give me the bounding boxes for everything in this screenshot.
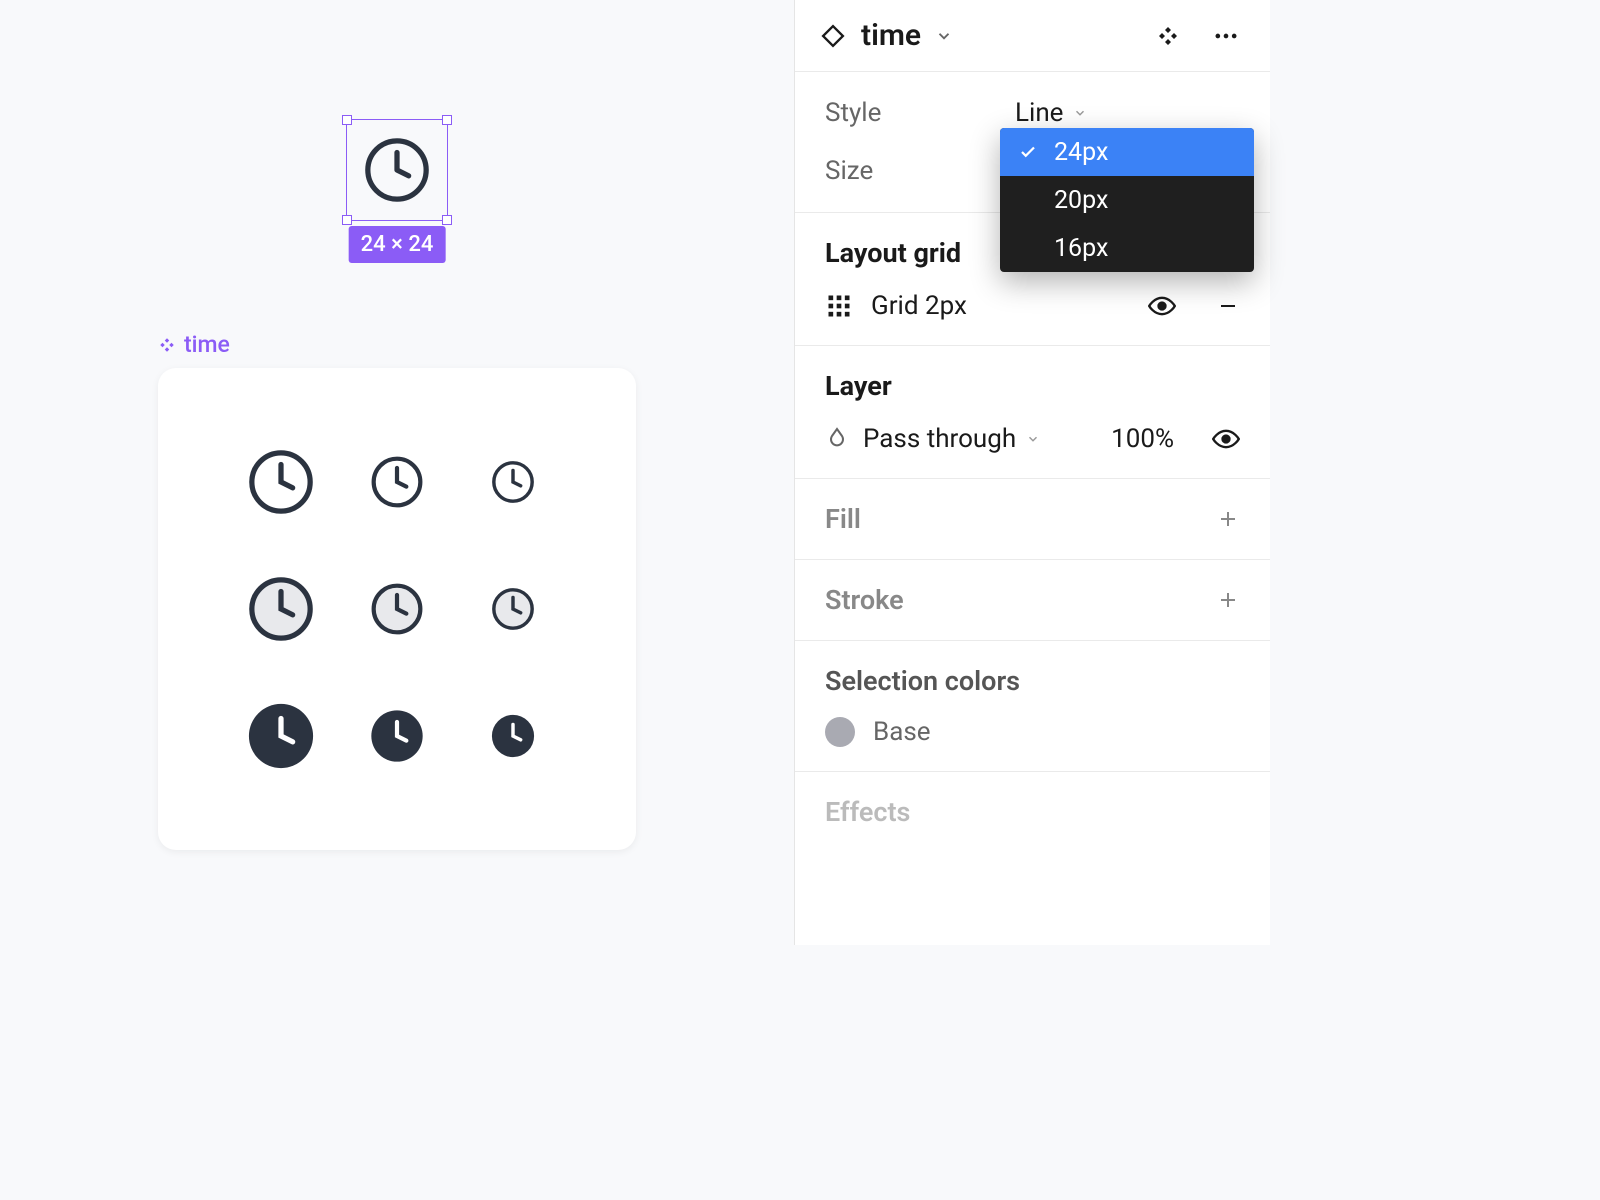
selection-color-row[interactable]: Base bbox=[825, 697, 1240, 747]
size-option-16[interactable]: 16px bbox=[1000, 224, 1254, 272]
chevron-down-icon[interactable] bbox=[935, 27, 953, 45]
clock-icon[interactable] bbox=[369, 581, 425, 637]
opacity-value[interactable]: 100% bbox=[1111, 424, 1174, 454]
resize-handle-br[interactable] bbox=[442, 215, 452, 225]
color-name: Base bbox=[873, 717, 931, 747]
variant-set-name: time bbox=[184, 331, 230, 358]
stroke-title: Stroke bbox=[825, 584, 904, 616]
component-variant-icon[interactable] bbox=[1156, 24, 1180, 48]
clock-icon[interactable] bbox=[246, 574, 316, 644]
color-swatch[interactable] bbox=[825, 717, 855, 747]
eye-icon[interactable] bbox=[1148, 292, 1176, 320]
grid-icon[interactable] bbox=[825, 292, 853, 320]
check-icon bbox=[1018, 143, 1038, 161]
resize-handle-tl[interactable] bbox=[342, 115, 352, 125]
blend-mode-dropdown[interactable]: Pass through bbox=[863, 424, 1040, 454]
clock-icon[interactable] bbox=[246, 701, 316, 771]
style-dropdown[interactable]: Line bbox=[1015, 98, 1087, 128]
eye-icon[interactable] bbox=[1212, 425, 1240, 453]
resize-handle-tr[interactable] bbox=[442, 115, 452, 125]
chevron-down-icon bbox=[1026, 432, 1040, 446]
resize-handle-bl[interactable] bbox=[342, 215, 352, 225]
clock-icon[interactable] bbox=[490, 459, 536, 505]
clock-icon[interactable] bbox=[369, 454, 425, 510]
chevron-down-icon bbox=[1073, 106, 1087, 120]
grid-value[interactable]: Grid 2px bbox=[871, 291, 967, 321]
selection-colors-title: Selection colors bbox=[825, 665, 1240, 697]
clock-icon[interactable] bbox=[369, 708, 425, 764]
effects-title: Effects bbox=[795, 772, 1270, 828]
canvas[interactable]: 24 × 24 time bbox=[0, 0, 794, 945]
selected-component-frame[interactable]: 24 × 24 bbox=[346, 119, 448, 221]
plus-icon[interactable] bbox=[1216, 507, 1240, 531]
more-icon[interactable] bbox=[1212, 22, 1240, 50]
clock-icon[interactable] bbox=[490, 586, 536, 632]
component-icon bbox=[158, 336, 176, 354]
clock-icon bbox=[362, 135, 432, 205]
size-dropdown-menu: 24px 20px 16px bbox=[1000, 128, 1254, 272]
clock-icon[interactable] bbox=[490, 713, 536, 759]
minus-icon[interactable] bbox=[1216, 294, 1240, 318]
variant-set-label[interactable]: time bbox=[158, 331, 230, 358]
properties-panel: time Style Line Size Layout grid Grid 2p… bbox=[794, 0, 1270, 945]
size-option-20[interactable]: 20px bbox=[1000, 176, 1254, 224]
fill-title: Fill bbox=[825, 503, 861, 535]
plus-icon[interactable] bbox=[1216, 588, 1240, 612]
size-option-24[interactable]: 24px bbox=[1000, 128, 1254, 176]
component-outline-icon[interactable] bbox=[819, 22, 847, 50]
style-label: Style bbox=[825, 98, 1015, 128]
size-label: Size bbox=[825, 156, 1015, 186]
component-name[interactable]: time bbox=[861, 18, 921, 53]
size-badge: 24 × 24 bbox=[349, 226, 446, 263]
variant-panel[interactable] bbox=[158, 368, 636, 850]
blend-mode-icon[interactable] bbox=[825, 427, 849, 451]
clock-icon[interactable] bbox=[246, 447, 316, 517]
layer-title: Layer bbox=[825, 370, 1240, 402]
